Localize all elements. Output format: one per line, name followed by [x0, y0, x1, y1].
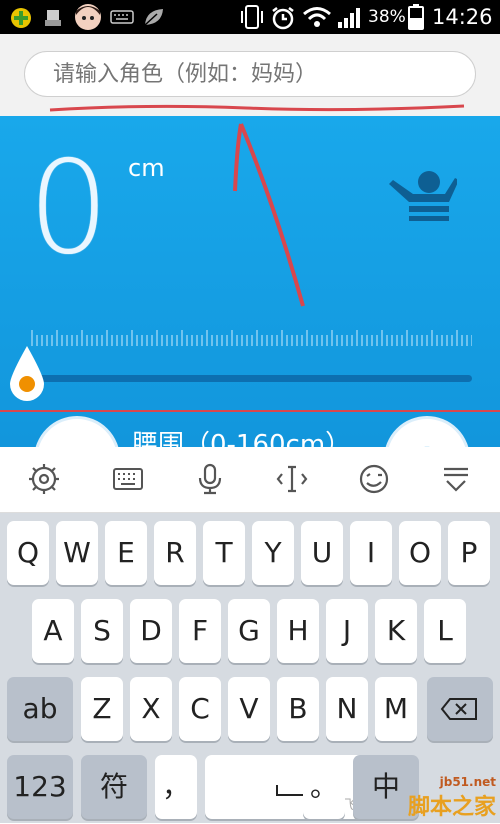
key-abc-toggle[interactable]: ab: [7, 677, 73, 741]
soft-keyboard: QWERTYUIOP ASDFGHJKL abZXCVBNM 123符，讯飞。中…: [0, 513, 500, 823]
key-o[interactable]: O: [399, 521, 441, 585]
key-v[interactable]: V: [228, 677, 270, 741]
key-h[interactable]: H: [277, 599, 319, 663]
key-b[interactable]: B: [277, 677, 319, 741]
signal-icon: [338, 8, 360, 28]
cursor-move-icon[interactable]: [274, 461, 310, 497]
emoji-icon[interactable]: [356, 461, 392, 497]
measurement-unit: cm: [128, 154, 165, 182]
decrease-button[interactable]: −: [34, 416, 120, 447]
vibrate-icon: [241, 5, 263, 29]
backspace-icon: [440, 698, 477, 720]
keyboard-layout-icon[interactable]: [110, 461, 146, 497]
status-bar: 38% 14:26: [0, 0, 500, 34]
measurement-app: 0 cm − 腰围（0-160cm） +: [0, 34, 500, 447]
alarm-icon: [272, 7, 294, 30]
key-q[interactable]: Q: [7, 521, 49, 585]
ruler-scale: [31, 330, 472, 346]
key-d[interactable]: D: [130, 599, 172, 663]
key-z[interactable]: Z: [81, 677, 123, 741]
plus-icon: +: [410, 436, 444, 447]
slider-track[interactable]: [30, 375, 472, 382]
watermark-site: jb51.net: [439, 775, 496, 789]
key-y[interactable]: Y: [252, 521, 294, 585]
key-m[interactable]: M: [375, 677, 417, 741]
wifi-icon: [303, 7, 331, 27]
increase-button[interactable]: +: [384, 416, 470, 447]
avatar-icon: [75, 4, 101, 30]
key-e[interactable]: E: [105, 521, 147, 585]
keyboard-toolbar: [0, 447, 500, 513]
key-period[interactable]: 。: [303, 755, 345, 819]
usb-icon: [45, 10, 61, 26]
microphone-icon[interactable]: [192, 461, 228, 497]
role-name-input[interactable]: [24, 51, 476, 97]
key-symbols[interactable]: 符: [81, 755, 147, 819]
key-x[interactable]: X: [130, 677, 172, 741]
key-r[interactable]: R: [154, 521, 196, 585]
status-time: 14:26: [432, 5, 493, 29]
measure-panel: 0 cm − 腰围（0-160cm） +: [0, 116, 500, 447]
red-arrow-annotation: [233, 123, 305, 307]
red-border-line: [0, 410, 500, 412]
key-numbers[interactable]: 123: [7, 755, 73, 819]
key-j[interactable]: J: [326, 599, 368, 663]
measurement-label: 腰围（0-160cm）: [132, 430, 352, 447]
key-comma[interactable]: ，: [155, 755, 197, 819]
collapse-keyboard-icon[interactable]: [438, 461, 474, 497]
key-p[interactable]: P: [448, 521, 490, 585]
key-u[interactable]: U: [301, 521, 343, 585]
watermark-name: 脚本之家: [407, 795, 496, 820]
measurement-value: 0: [28, 134, 110, 283]
leaf-icon: [144, 9, 163, 26]
key-backspace[interactable]: [427, 677, 493, 741]
key-i[interactable]: I: [350, 521, 392, 585]
app-store-icon: [11, 8, 31, 28]
battery-percent: 38%: [368, 7, 406, 27]
key-l[interactable]: L: [424, 599, 466, 663]
watermark: jb51.net 脚本之家: [408, 775, 496, 821]
key-f[interactable]: F: [179, 599, 221, 663]
key-w[interactable]: W: [56, 521, 98, 585]
red-underline-annotation: [49, 104, 465, 112]
keyboard-icon: [110, 10, 134, 24]
minus-icon: −: [60, 436, 94, 447]
battery-icon: [408, 4, 424, 30]
key-a[interactable]: A: [32, 599, 74, 663]
key-c[interactable]: C: [179, 677, 221, 741]
search-area: [0, 34, 500, 116]
key-g[interactable]: G: [228, 599, 270, 663]
settings-icon[interactable]: [26, 461, 62, 497]
key-s[interactable]: S: [81, 599, 123, 663]
key-n[interactable]: N: [326, 677, 368, 741]
key-k[interactable]: K: [375, 599, 417, 663]
person-figure-icon: [389, 171, 457, 221]
slider-thumb[interactable]: [4, 344, 50, 406]
key-t[interactable]: T: [203, 521, 245, 585]
